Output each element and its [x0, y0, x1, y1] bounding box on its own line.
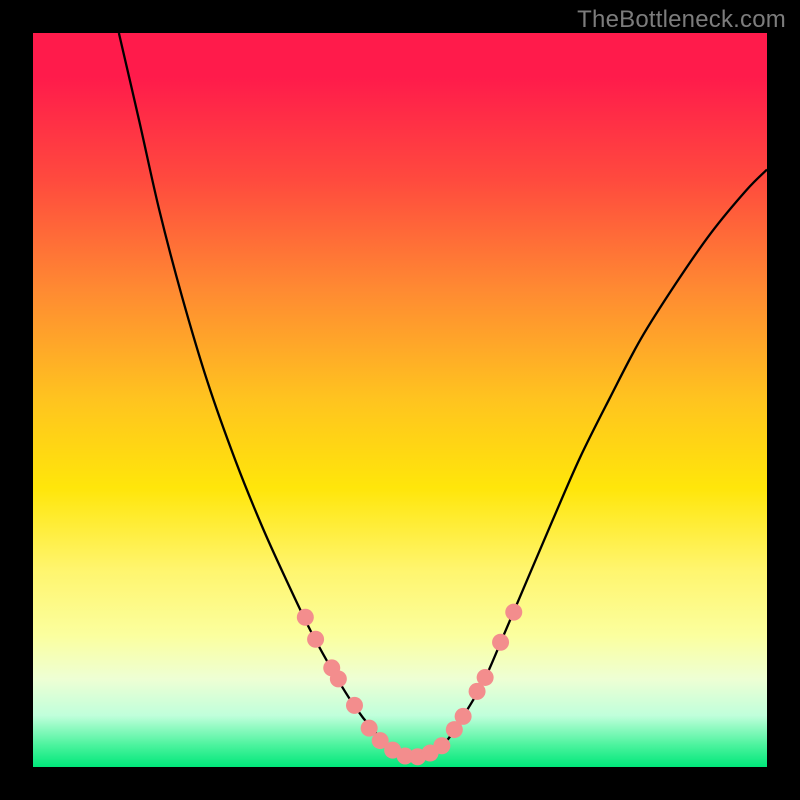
marker-dot — [492, 634, 509, 651]
marker-dot — [505, 604, 522, 621]
marker-dot — [297, 609, 314, 626]
marker-dot — [455, 708, 472, 725]
marker-dot — [307, 631, 324, 648]
outer-frame: TheBottleneck.com — [0, 0, 800, 800]
chart-svg — [33, 33, 767, 767]
marker-dot — [330, 670, 347, 687]
watermark-text: TheBottleneck.com — [577, 6, 786, 34]
curve-group — [119, 33, 767, 758]
marker-dots — [297, 604, 522, 766]
marker-dot — [433, 737, 450, 754]
marker-dot — [346, 697, 363, 714]
bottleneck-curve — [119, 33, 767, 758]
plot-area — [33, 33, 767, 767]
marker-dot — [477, 669, 494, 686]
